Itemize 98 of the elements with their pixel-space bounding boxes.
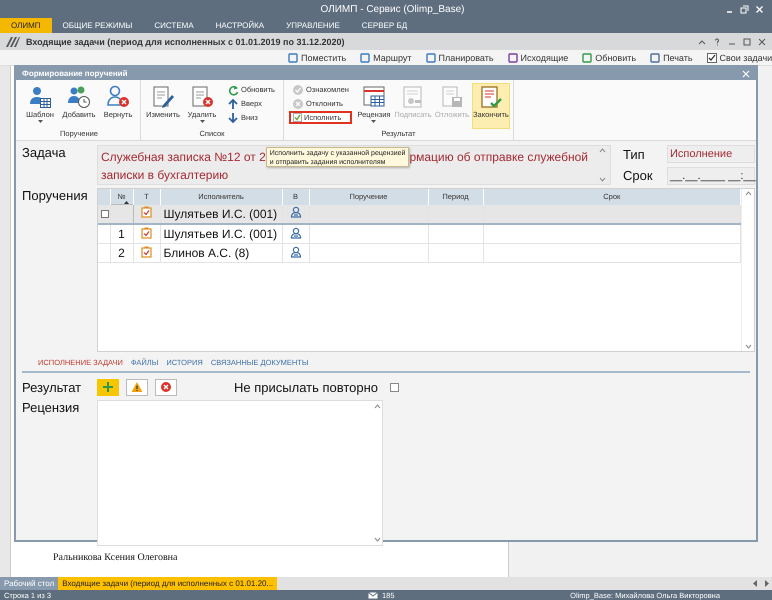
scroll-down-icon[interactable] bbox=[744, 344, 752, 349]
maximize-icon[interactable] bbox=[743, 38, 751, 46]
person-cancel-icon bbox=[106, 85, 130, 109]
help-icon[interactable] bbox=[713, 38, 721, 46]
scroll-down-icon[interactable] bbox=[598, 177, 606, 182]
task-clipboard-icon bbox=[141, 226, 152, 238]
warning-icon bbox=[131, 381, 143, 393]
taskbar-item[interactable]: Входящие задачи (период для исполненных с 01.01.20... bbox=[58, 577, 278, 590]
person-icon[interactable] bbox=[290, 206, 302, 218]
field-label: Задача bbox=[22, 145, 67, 162]
collapse-icon[interactable] bbox=[698, 38, 706, 46]
toolbar-button[interactable]: Обновить bbox=[582, 52, 636, 62]
people-table-icon bbox=[28, 85, 52, 109]
table-cell: Шулятьев И.С. (001) bbox=[160, 204, 282, 224]
table-row[interactable]: 1 Шулятьев И.С. (001) bbox=[98, 224, 741, 244]
toolbar-label: Печать bbox=[663, 52, 693, 62]
close-icon[interactable] bbox=[758, 38, 766, 46]
person-icon[interactable] bbox=[290, 246, 302, 258]
arrow-up-icon bbox=[227, 98, 239, 110]
task-text: записки в бухгалтерию bbox=[101, 167, 230, 184]
toolbar-icon bbox=[426, 52, 436, 62]
checkbox-icon[interactable] bbox=[390, 382, 400, 392]
toolbar-button[interactable]: Исходящие bbox=[508, 52, 568, 62]
document-title: Входящие задачи (период для исполненных с 01.01.2019 по 31.12.2020) bbox=[26, 36, 346, 46]
document-cancel-icon bbox=[190, 85, 214, 109]
caret-icon bbox=[371, 120, 376, 123]
restore-icon[interactable] bbox=[740, 4, 749, 14]
toolbar-label: Поместить bbox=[301, 52, 346, 62]
result-button[interactable] bbox=[155, 378, 177, 396]
menu-tab[interactable]: СИСТЕМА bbox=[143, 18, 205, 33]
toolbar-label: Обновить bbox=[595, 52, 636, 62]
people-clock-icon bbox=[67, 85, 91, 109]
task-clipboard-icon bbox=[141, 246, 152, 258]
menu-tab[interactable]: УПРАВЛЕНИЕ bbox=[275, 18, 351, 33]
checkbox-icon[interactable] bbox=[101, 210, 109, 218]
menu-tab[interactable]: ОЛИМП bbox=[0, 18, 52, 33]
toolbar-button[interactable]: Печать bbox=[650, 52, 693, 62]
form-table-icon bbox=[362, 85, 386, 109]
toolbar-label: Исходящие bbox=[520, 52, 568, 62]
table-cell: 1 bbox=[110, 224, 133, 244]
deadline-field[interactable]: __.__.____ __:__ bbox=[667, 166, 755, 185]
person-icon[interactable] bbox=[290, 226, 302, 238]
type-field[interactable]: Исполнение bbox=[667, 145, 755, 164]
cancel-icon bbox=[160, 381, 172, 393]
document-pencil-icon bbox=[151, 85, 175, 109]
field-label: Рецензия bbox=[22, 400, 80, 417]
checkbox-icon bbox=[706, 52, 717, 62]
field-label: Результат bbox=[22, 380, 82, 394]
scroll-up-icon[interactable] bbox=[598, 148, 606, 153]
dialog-title: Формирование поручений bbox=[22, 69, 128, 78]
checkbox-label: Не присылать повторно bbox=[234, 380, 378, 394]
mail-icon[interactable] bbox=[368, 592, 378, 598]
arrow-down-icon bbox=[227, 112, 239, 124]
toolbar-icon bbox=[650, 52, 660, 62]
menu-tab[interactable]: ОБЩИЕ РЕЖИМЫ bbox=[52, 18, 144, 33]
scroll-up-icon[interactable] bbox=[374, 404, 380, 409]
signer-name: Ральникова Ксения Олеговна bbox=[53, 552, 178, 563]
toolbar-button[interactable]: Маршрут bbox=[360, 52, 412, 62]
result-button[interactable] bbox=[126, 378, 148, 396]
task-text: рмацию об отправке служебной bbox=[409, 149, 588, 166]
scroll-down-icon[interactable] bbox=[374, 537, 380, 542]
toolbar-button[interactable]: Планировать bbox=[426, 52, 494, 62]
toolbar-label: Маршрут bbox=[373, 52, 412, 62]
toolbar-icon bbox=[360, 52, 370, 62]
scroll-up-icon[interactable] bbox=[744, 191, 752, 196]
document-disk-icon bbox=[440, 85, 464, 109]
checkbox-icon bbox=[292, 113, 302, 122]
task-clipboard-icon bbox=[141, 206, 152, 218]
menu-tab[interactable]: СЕРВЕР БД bbox=[350, 18, 418, 33]
toolbar-icon bbox=[288, 52, 298, 62]
task-text: Служебная записка №12 от 2 bbox=[101, 149, 266, 166]
caret-icon bbox=[38, 120, 42, 123]
toolbar-button[interactable]: Поместить bbox=[288, 52, 346, 62]
scroll-right-icon[interactable] bbox=[764, 580, 769, 587]
toolbar-icon bbox=[508, 52, 518, 62]
plus-icon bbox=[102, 381, 114, 393]
logo-icon bbox=[6, 36, 20, 46]
cross-circle-icon bbox=[292, 98, 304, 110]
own-tasks-checkbox[interactable]: Свои задачи bbox=[706, 52, 772, 62]
check-circle-icon bbox=[292, 84, 304, 96]
refresh-icon bbox=[227, 84, 239, 96]
window-title: ОЛИМП - Сервис (Olimp_Base) bbox=[320, 4, 466, 14]
caret-icon bbox=[200, 120, 204, 123]
toolbar-icon bbox=[582, 52, 592, 62]
result-button[interactable] bbox=[97, 378, 119, 396]
field-label: Тип bbox=[623, 146, 646, 162]
document-check-icon bbox=[478, 85, 503, 109]
table-row[interactable]: Шулятьев И.С. (001) bbox=[98, 204, 741, 224]
field-label: Срок bbox=[623, 168, 654, 184]
table-row[interactable]: 2 Блинов А.С. (8) bbox=[98, 244, 741, 262]
table-cell: Блинов А.С. (8) bbox=[160, 244, 282, 262]
scroll-left-icon[interactable] bbox=[753, 580, 758, 587]
menu-tab[interactable]: НАСТРОЙКА bbox=[204, 18, 276, 33]
field-label: Поручения bbox=[22, 188, 89, 205]
checkbox-label: Свои задачи bbox=[720, 52, 772, 62]
table-cell: Шулятьев И.С. (001) bbox=[160, 224, 282, 244]
toolbar-label: Планировать bbox=[438, 52, 494, 62]
table-cell: 2 bbox=[110, 244, 133, 262]
